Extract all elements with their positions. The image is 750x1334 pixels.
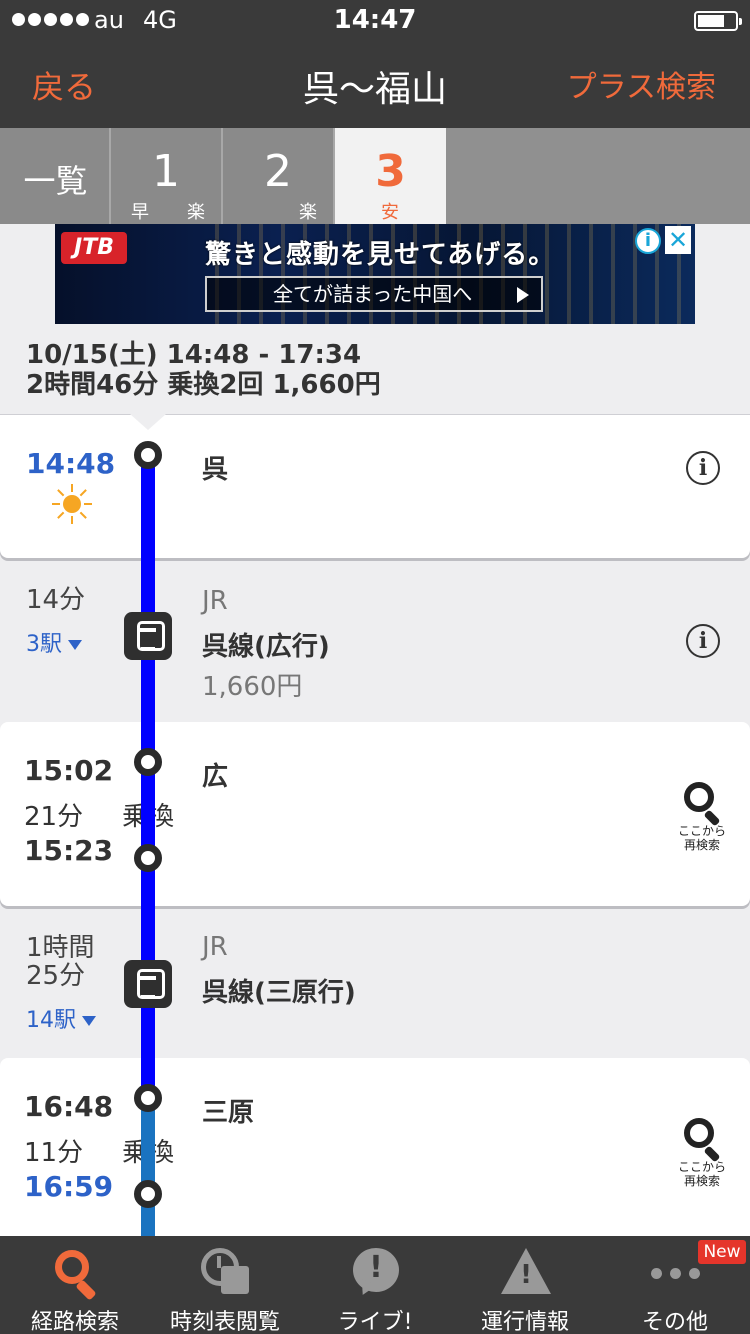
research-label: ここから 再検索 xyxy=(677,1160,726,1188)
play-icon xyxy=(517,287,529,303)
tab-tag-fast: 早 xyxy=(131,202,149,223)
tab-label: 経路検索 xyxy=(30,1310,119,1334)
status-bar: au 4G 14:47 xyxy=(0,0,750,40)
tab-tag-easy: 楽 xyxy=(299,202,317,223)
segment-duration-minutes: 25分 xyxy=(26,961,86,991)
tab-service-info[interactable]: ! 運行情報 xyxy=(450,1236,600,1334)
ad-info-icon[interactable]: i xyxy=(635,228,661,254)
timetable-icon xyxy=(201,1248,249,1296)
research-from-here-button[interactable]: ここから 再検索 xyxy=(678,1118,726,1188)
train-icon xyxy=(124,612,172,660)
ad-cta[interactable]: 全てが詰まった中国へ xyxy=(205,276,543,312)
stop-node xyxy=(134,748,162,776)
weather-sunny-icon xyxy=(52,484,92,524)
clock: 14:47 xyxy=(333,5,417,35)
tab-label: 運行情報 xyxy=(480,1310,569,1334)
tab-route-search[interactable]: 経路検索 xyxy=(0,1236,150,1334)
segment-duration-hours: 1時間 xyxy=(26,933,95,963)
departure-time: 14:48 xyxy=(26,447,116,480)
tab-label: 時刻表閲覧 xyxy=(169,1310,280,1334)
nav-bar: 戻る 呉〜福山 プラス検索 xyxy=(0,40,750,128)
stop-card-mihara: 16:48 三原 11分 乗換 16:59 xyxy=(0,1058,750,1248)
summary-pointer xyxy=(130,414,166,430)
tab-label: その他 xyxy=(641,1310,708,1334)
segment-stations-toggle[interactable]: 3駅 xyxy=(26,626,82,658)
warning-icon: ! xyxy=(501,1248,551,1296)
info-icon[interactable]: i xyxy=(686,451,720,485)
bottom-tab-bar: 経路検索 時刻表閲覧 ! ライブ! ! 運行情報 その他 xyxy=(0,1236,750,1334)
stop-card-hiro: 15:02 広 21分 乗換 15:23 xyxy=(0,722,750,906)
search-icon xyxy=(684,1118,714,1148)
segment-company: JR xyxy=(202,586,228,616)
ad-logo: JTB xyxy=(61,232,127,264)
tabs-filler xyxy=(446,128,750,224)
info-icon[interactable]: i xyxy=(686,624,720,658)
train-icon xyxy=(124,960,172,1008)
route-line-next xyxy=(141,1095,155,1236)
segment-stations-toggle[interactable]: 14駅 xyxy=(26,1002,96,1034)
tab-live[interactable]: ! ライブ! xyxy=(300,1236,450,1334)
segment-line-name[interactable]: 呉線(三原行) xyxy=(202,972,356,1009)
ad-headline: 驚きと感動を見せてあげる。 xyxy=(205,240,556,270)
ad-close-icon[interactable]: ✕ xyxy=(665,226,691,254)
route-tabs: 一覧 1 早 楽 2 楽 3 安 xyxy=(0,128,750,224)
search-icon xyxy=(51,1248,99,1301)
ad-cta-label: 全てが詰まった中国へ xyxy=(273,282,473,306)
research-label: ここから 再検索 xyxy=(677,824,726,852)
stop-node xyxy=(134,844,162,872)
tab-route-3[interactable]: 3 安 xyxy=(335,128,446,224)
departure-time: 15:23 xyxy=(24,834,114,867)
tab-list[interactable]: 一覧 xyxy=(0,128,111,224)
transfer-wait: 11分 xyxy=(24,1138,84,1168)
segment-line-name[interactable]: 呉線(広行) xyxy=(202,626,330,663)
more-icon xyxy=(651,1248,700,1296)
research-from-here-button[interactable]: ここから 再検索 xyxy=(678,782,726,852)
segment-fare: 1,660円 xyxy=(202,672,303,702)
tab-label: ライブ! xyxy=(337,1310,413,1334)
stop-node xyxy=(134,441,162,469)
tab-route-number: 3 xyxy=(375,146,406,197)
arrival-time: 15:02 xyxy=(24,754,114,787)
tab-route-1[interactable]: 1 早 楽 xyxy=(111,128,223,224)
station-name[interactable]: 三原 xyxy=(202,1092,254,1129)
stop-node xyxy=(134,1180,162,1208)
plus-search-button[interactable]: プラス検索 xyxy=(567,62,716,106)
tab-route-number: 1 xyxy=(152,146,180,197)
battery-icon xyxy=(694,11,742,31)
search-icon xyxy=(684,782,714,812)
new-badge: New xyxy=(698,1240,746,1264)
ad-banner[interactable]: JTB 驚きと感動を見せてあげる。 全てが詰まった中国へ i ✕ xyxy=(55,224,695,324)
station-name[interactable]: 広 xyxy=(202,756,228,793)
tab-list-label: 一覧 xyxy=(23,162,88,200)
segment-company: JR xyxy=(202,932,228,962)
live-icon: ! xyxy=(351,1248,399,1299)
stop-card-kure: 14:48 呉 i xyxy=(0,414,750,558)
tab-tag-easy: 楽 xyxy=(187,202,205,223)
route-summary: 10/15(土) 14:48 - 17:34 2時間46分 乗換2回 1,660… xyxy=(26,340,381,400)
transfer-wait: 21分 xyxy=(24,802,84,832)
tab-tag-cheap: 安 xyxy=(381,202,399,223)
tab-route-number: 2 xyxy=(264,146,292,197)
arrival-time: 16:48 xyxy=(24,1090,114,1123)
summary-duration-transfers-fare: 2時間46分 乗換2回 1,660円 xyxy=(26,370,381,400)
station-name[interactable]: 呉 xyxy=(202,449,228,486)
segment-duration: 1時間 25分 xyxy=(26,934,95,990)
tab-timetable[interactable]: 時刻表閲覧 xyxy=(150,1236,300,1334)
departure-time: 16:59 xyxy=(24,1170,114,1203)
segment-duration: 14分 xyxy=(26,585,86,615)
tab-route-2[interactable]: 2 楽 xyxy=(223,128,335,224)
stop-node xyxy=(134,1084,162,1112)
summary-date-time: 10/15(土) 14:48 - 17:34 xyxy=(26,340,362,370)
